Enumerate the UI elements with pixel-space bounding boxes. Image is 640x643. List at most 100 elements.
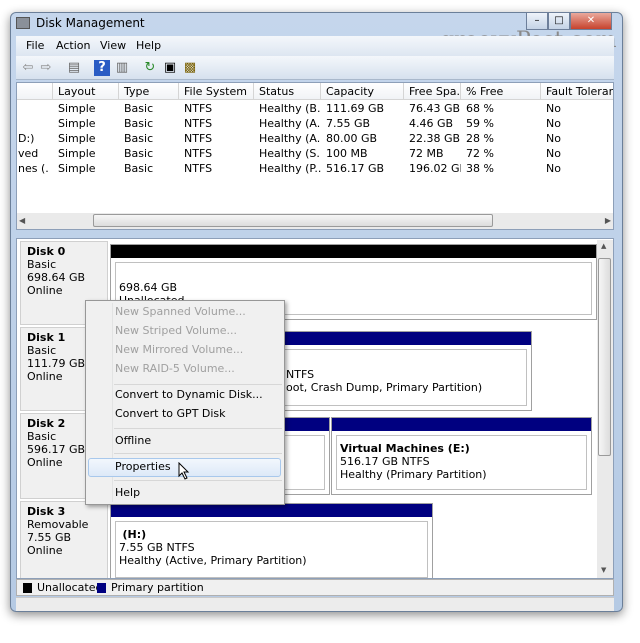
table-cell: Basic (124, 132, 154, 145)
table-cell: Basic (124, 147, 154, 160)
column-header[interactable] (17, 83, 53, 100)
close-button[interactable]: ✕ (570, 12, 612, 30)
table-cell: 516.17 GB (326, 162, 385, 175)
menu-action[interactable]: Action (56, 39, 90, 52)
disk-name: Disk 3 (27, 505, 66, 518)
table-cell: Healthy (P... (259, 162, 321, 175)
menu-new-striped-volume: New Striped Volume... (115, 324, 237, 337)
legend-unallocated: Unallocated (37, 581, 103, 594)
table-cell: 100 MB (326, 147, 368, 160)
table-cell: No (546, 117, 561, 130)
table-row[interactable]: ved Simple Basic NTFS Healthy (S... 100 MB 72 … (17, 147, 613, 162)
table-cell: NTFS (184, 117, 213, 130)
horizontal-scrollbar[interactable]: ◀ ▶ (17, 213, 613, 229)
table-cell: 196.02 GB (409, 162, 461, 175)
disk-name: Disk 2 (27, 417, 66, 430)
partition-status: Healthy (Primary Partition) (340, 468, 487, 481)
app-icon (16, 17, 30, 29)
menu-properties[interactable]: Properties (115, 460, 171, 473)
menu-convert-gpt[interactable]: Convert to GPT Disk (115, 407, 226, 420)
mouse-cursor-icon (178, 462, 190, 480)
table-cell: NTFS (184, 147, 213, 160)
partition-status: Healthy (Active, Primary Partition) (119, 554, 307, 567)
disk-type: Basic (27, 344, 57, 357)
table-cell: 7.55 GB (326, 117, 371, 130)
maximize-button[interactable]: □ (548, 12, 570, 30)
table-cell: 68 % (466, 102, 494, 115)
table-cell: No (546, 162, 561, 175)
toolbar: ⇦ ⇨ ▤ ? ▥ ↻ ▣ ▩ (16, 56, 614, 80)
partition-status: oot, Crash Dump, Primary Partition) (286, 381, 483, 394)
show-hide-action-pane-icon[interactable]: ▥ (114, 60, 130, 76)
table-cell: 28 % (466, 132, 494, 145)
table-cell: 80.00 GB (326, 132, 378, 145)
column-header[interactable]: Type (119, 83, 179, 100)
legend-swatch-primary (97, 583, 106, 593)
table-cell: 76.43 GB (409, 102, 461, 115)
column-header[interactable]: Fault Toleranc (541, 83, 613, 100)
table-row[interactable]: Simple Basic NTFS Healthy (B... 111.69 GB 76.… (17, 102, 613, 117)
minimize-button[interactable]: – (526, 12, 548, 30)
column-header[interactable]: Capacity (321, 83, 404, 100)
table-cell: Basic (124, 102, 154, 115)
refresh-icon[interactable]: ↻ (142, 60, 158, 76)
partition-virtual-machines[interactable]: Virtual Machines (E:) 516.17 GB NTFS Healt… (331, 417, 592, 495)
menu-help[interactable]: Help (136, 39, 161, 52)
column-header[interactable]: Free Spa... (404, 83, 461, 100)
volume-list: Layout Type File System Status Capacity Free … (16, 82, 614, 230)
table-cell: 38 % (466, 162, 494, 175)
table-cell (17, 117, 49, 132)
column-header[interactable]: Status (254, 83, 321, 100)
legend: Unallocated Primary partition (16, 579, 614, 596)
disk-type: Basic (27, 430, 57, 443)
table-cell: Healthy (A... (259, 117, 321, 130)
disk-name: Disk 0 (27, 245, 66, 258)
table-cell: Simple (58, 147, 96, 160)
disk-state: Online (27, 370, 63, 383)
table-cell: NTFS (184, 102, 213, 115)
menu-help[interactable]: Help (115, 486, 140, 499)
show-hide-console-tree-icon[interactable]: ▤ (66, 60, 82, 76)
back-icon[interactable]: ⇦ (20, 60, 36, 76)
table-cell: 72 % (466, 147, 494, 160)
partition-size: 698.64 GB (119, 281, 178, 294)
properties-icon[interactable]: ▣ (162, 60, 178, 76)
table-cell: Healthy (B... (259, 102, 321, 115)
table-cell: Simple (58, 132, 96, 145)
column-header[interactable]: File System (179, 83, 254, 100)
table-cell: D:) (18, 132, 35, 145)
help-icon[interactable]: ? (94, 60, 110, 76)
table-cell: Simple (58, 102, 96, 115)
table-row[interactable]: Simple Basic NTFS Healthy (A... 7.55 GB 4.46 … (17, 117, 613, 132)
table-cell: Basic (124, 117, 154, 130)
legend-primary-partition: Primary partition (111, 581, 204, 594)
partition-h[interactable]: (H:) 7.55 GB NTFS Healthy (Active, Primary… (110, 503, 433, 578)
table-row[interactable]: D:) Simple Basic NTFS Healthy (A... 80.00 GB 2… (17, 132, 613, 147)
table-cell: 59 % (466, 117, 494, 130)
table-cell: 72 MB (409, 147, 444, 160)
menu-bar: File Action View Help (16, 36, 614, 56)
disk-size: 7.55 GB (27, 531, 72, 544)
table-row[interactable]: nes (... Simple Basic NTFS Healthy (P... 516.… (17, 162, 613, 177)
table-cell: ved (18, 147, 39, 160)
menu-new-mirrored-volume: New Mirrored Volume... (115, 343, 244, 356)
forward-icon[interactable]: ⇨ (38, 60, 54, 76)
partition-title: (H:) (122, 528, 147, 541)
vertical-scroll-thumb[interactable] (598, 258, 611, 456)
menu-new-spanned-volume: New Spanned Volume... (115, 305, 246, 318)
menu-offline[interactable]: Offline (115, 434, 151, 447)
disk-type: Basic (27, 258, 57, 271)
column-header[interactable]: Layout (53, 83, 119, 100)
column-header[interactable]: % Free (461, 83, 541, 100)
table-cell: 22.38 GB (409, 132, 461, 145)
menu-convert-dynamic[interactable]: Convert to Dynamic Disk... (115, 388, 263, 401)
table-cell: nes (... (18, 162, 49, 175)
menu-view[interactable]: View (100, 39, 126, 52)
menu-file[interactable]: File (26, 39, 44, 52)
horizontal-scroll-thumb[interactable] (93, 214, 493, 227)
window-title: Disk Management (36, 16, 145, 30)
rescan-icon[interactable]: ▩ (182, 60, 198, 76)
vertical-scrollbar[interactable]: ▲ ▼ (597, 240, 613, 578)
table-cell: No (546, 147, 561, 160)
disk-3-label[interactable]: Disk 3 Removable 7.55 GB Online (20, 501, 108, 578)
